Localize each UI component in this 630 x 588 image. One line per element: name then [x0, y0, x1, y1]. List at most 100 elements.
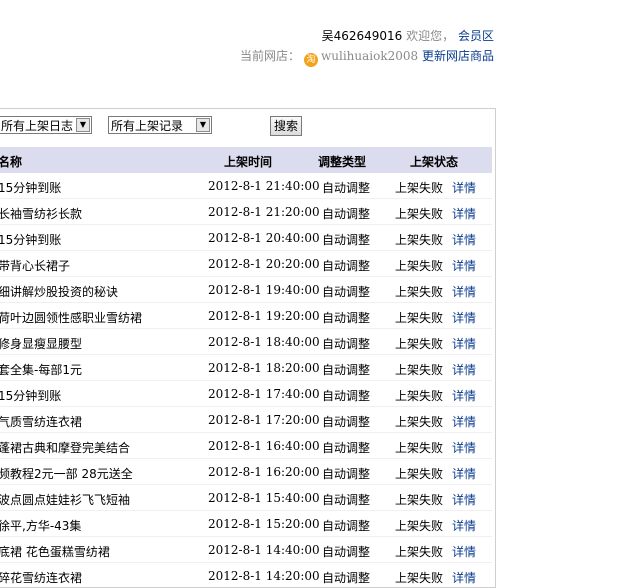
- detail-link[interactable]: 详情: [452, 517, 476, 534]
- welcome-text: 欢迎您，: [406, 29, 455, 43]
- listing-status: 上架失败: [395, 415, 444, 429]
- listing-time: 2012-8-1 20:20:00: [208, 257, 320, 271]
- table-row: 波点圆点娃娃衫飞飞短袖 2012-8-1 15:40:00 自动调整 上架失败 详情: [0, 485, 492, 511]
- listing-log-panel: 所有上架日志 ▼ 所有上架记录 ▼ 搜索 名称 上架时间 调整类型 上架状态 1…: [0, 108, 496, 588]
- adjust-type: 自动调整: [322, 311, 371, 325]
- table-row: 碎花雪纺连衣裙 2012-8-1 14:20:00 自动调整 上架失败 详情: [0, 563, 492, 587]
- listing-time: 2012-8-1 20:40:00: [208, 231, 320, 245]
- listing-status: 上架失败: [395, 285, 444, 299]
- record-type-select[interactable]: 所有上架记录 ▼: [108, 116, 212, 134]
- listing-status: 上架失败: [395, 467, 444, 481]
- listing-time: 2012-8-1 15:20:00: [208, 517, 320, 531]
- user-info: 吴462649016 欢迎您， 会员区 当前网店：淘 wulihuaiok2008…: [240, 26, 494, 67]
- store-icon: 淘: [303, 53, 318, 67]
- detail-link[interactable]: 详情: [452, 283, 476, 300]
- item-name: 底裙 花色蛋糕雪纺裙: [0, 545, 110, 559]
- detail-link[interactable]: 详情: [452, 413, 476, 430]
- table-row: 蓬裙古典和摩登完美结合 2012-8-1 16:40:00 自动调整 上架失败 详情: [0, 433, 492, 459]
- table-row: 气质雪纺连衣裙 2012-8-1 17:20:00 自动调整 上架失败 详情: [0, 407, 492, 433]
- listing-time: 2012-8-1 19:40:00: [208, 283, 320, 297]
- listing-time: 2012-8-1 14:20:00: [208, 569, 320, 583]
- chevron-down-icon: ▼: [196, 118, 210, 132]
- listing-time: 2012-8-1 16:20:00: [208, 465, 320, 479]
- detail-link[interactable]: 详情: [452, 465, 476, 482]
- listing-status: 上架失败: [395, 519, 444, 533]
- item-name: 15分钟到账: [0, 181, 62, 195]
- listing-time: 2012-8-1 17:40:00: [208, 387, 320, 401]
- search-button[interactable]: 搜索: [270, 116, 302, 136]
- listing-time: 2012-8-1 15:40:00: [208, 491, 320, 505]
- listing-status: 上架失败: [395, 259, 444, 273]
- adjust-type: 自动调整: [322, 207, 371, 221]
- welcome-line: 吴462649016 欢迎您， 会员区: [240, 26, 494, 46]
- listing-time: 2012-8-1 21:40:00: [208, 179, 320, 193]
- item-name: 碎花雪纺连衣裙: [0, 571, 83, 585]
- store-name: wulihuaiok2008: [320, 49, 419, 63]
- log-type-select[interactable]: 所有上架日志 ▼: [0, 116, 92, 134]
- adjust-type: 自动调整: [322, 233, 371, 247]
- member-zone-link[interactable]: 会员区: [458, 29, 494, 43]
- detail-link[interactable]: 详情: [452, 205, 476, 222]
- detail-link[interactable]: 详情: [452, 257, 476, 274]
- item-name: 细讲解炒股投资的秘诀: [0, 285, 119, 299]
- table-row: 频教程2元一部 28元送全 2012-8-1 16:20:00 自动调整 上架失败 详情: [0, 459, 492, 485]
- update-store-goods-link[interactable]: 更新网店商品: [422, 49, 494, 63]
- table-row: 15分钟到账 2012-8-1 21:40:00 自动调整 上架失败 详情: [0, 173, 492, 199]
- header-type: 调整类型: [318, 155, 367, 169]
- username: 吴462649016: [321, 29, 403, 43]
- adjust-type: 自动调整: [322, 571, 371, 585]
- adjust-type: 自动调整: [322, 285, 371, 299]
- detail-link[interactable]: 详情: [452, 491, 476, 508]
- listing-status: 上架失败: [395, 337, 444, 351]
- listing-status: 上架失败: [395, 233, 444, 247]
- detail-link[interactable]: 详情: [452, 439, 476, 456]
- listing-status: 上架失败: [395, 389, 444, 403]
- listing-status: 上架失败: [395, 545, 444, 559]
- adjust-type: 自动调整: [322, 519, 371, 533]
- table-row: 带背心长裙子 2012-8-1 20:20:00 自动调整 上架失败 详情: [0, 251, 492, 277]
- table-row: 徐平,方华-43集 2012-8-1 15:20:00 自动调整 上架失败 详情: [0, 511, 492, 537]
- table-row: 长袖雪纺衫长款 2012-8-1 21:20:00 自动调整 上架失败 详情: [0, 199, 492, 225]
- table-row: 15分钟到账 2012-8-1 17:40:00 自动调整 上架失败 详情: [0, 381, 492, 407]
- detail-link[interactable]: 详情: [452, 543, 476, 560]
- detail-link[interactable]: 详情: [452, 387, 476, 404]
- detail-link[interactable]: 详情: [452, 569, 476, 586]
- listing-status: 上架失败: [395, 441, 444, 455]
- item-name: 蓬裙古典和摩登完美结合: [0, 441, 131, 455]
- item-name: 长袖雪纺衫长款: [0, 207, 83, 221]
- log-type-select-value: 所有上架日志: [1, 119, 74, 133]
- listing-status: 上架失败: [395, 571, 444, 585]
- detail-link[interactable]: 详情: [452, 179, 476, 196]
- item-name: 波点圆点娃娃衫飞飞短袖: [0, 493, 131, 507]
- item-name: 15分钟到账: [0, 233, 62, 247]
- listing-time: 2012-8-1 14:40:00: [208, 543, 320, 557]
- detail-link[interactable]: 详情: [452, 231, 476, 248]
- listing-status: 上架失败: [395, 311, 444, 325]
- header-time: 上架时间: [224, 155, 273, 169]
- table-row: 底裙 花色蛋糕雪纺裙 2012-8-1 14:40:00 自动调整 上架失败 详情: [0, 537, 492, 563]
- table-row: 15分钟到账 2012-8-1 20:40:00 自动调整 上架失败 详情: [0, 225, 492, 251]
- adjust-type: 自动调整: [322, 181, 371, 195]
- table-row: 荷叶边圆领性感职业雪纺裙 2012-8-1 19:20:00 自动调整 上架失败 详情: [0, 303, 492, 329]
- item-name: 带背心长裙子: [0, 259, 71, 273]
- record-type-select-value: 所有上架记录: [111, 119, 184, 133]
- current-store-label: 当前网店：: [239, 49, 300, 63]
- listing-status: 上架失败: [395, 181, 444, 195]
- adjust-type: 自动调整: [322, 545, 371, 559]
- table-row: 修身显瘦显腰型 2012-8-1 18:40:00 自动调整 上架失败 详情: [0, 329, 492, 355]
- table-body: 15分钟到账 2012-8-1 21:40:00 自动调整 上架失败 详情 长袖雪纺衫长款…: [0, 173, 492, 587]
- item-name: 气质雪纺连衣裙: [0, 415, 83, 429]
- current-store-line: 当前网店：淘 wulihuaiok2008 更新网店商品: [240, 46, 494, 67]
- detail-link[interactable]: 详情: [452, 309, 476, 326]
- item-name: 修身显瘦显腰型: [0, 337, 83, 351]
- header-status: 上架状态: [410, 155, 459, 169]
- adjust-type: 自动调整: [322, 259, 371, 273]
- adjust-type: 自动调整: [322, 415, 371, 429]
- item-name: 徐平,方华-43集: [0, 519, 82, 533]
- table-row: 套全集-每部1元 2012-8-1 18:20:00 自动调整 上架失败 详情: [0, 355, 492, 381]
- detail-link[interactable]: 详情: [452, 335, 476, 352]
- adjust-type: 自动调整: [322, 467, 371, 481]
- adjust-type: 自动调整: [322, 493, 371, 507]
- detail-link[interactable]: 详情: [452, 361, 476, 378]
- header-name: 名称: [0, 155, 23, 169]
